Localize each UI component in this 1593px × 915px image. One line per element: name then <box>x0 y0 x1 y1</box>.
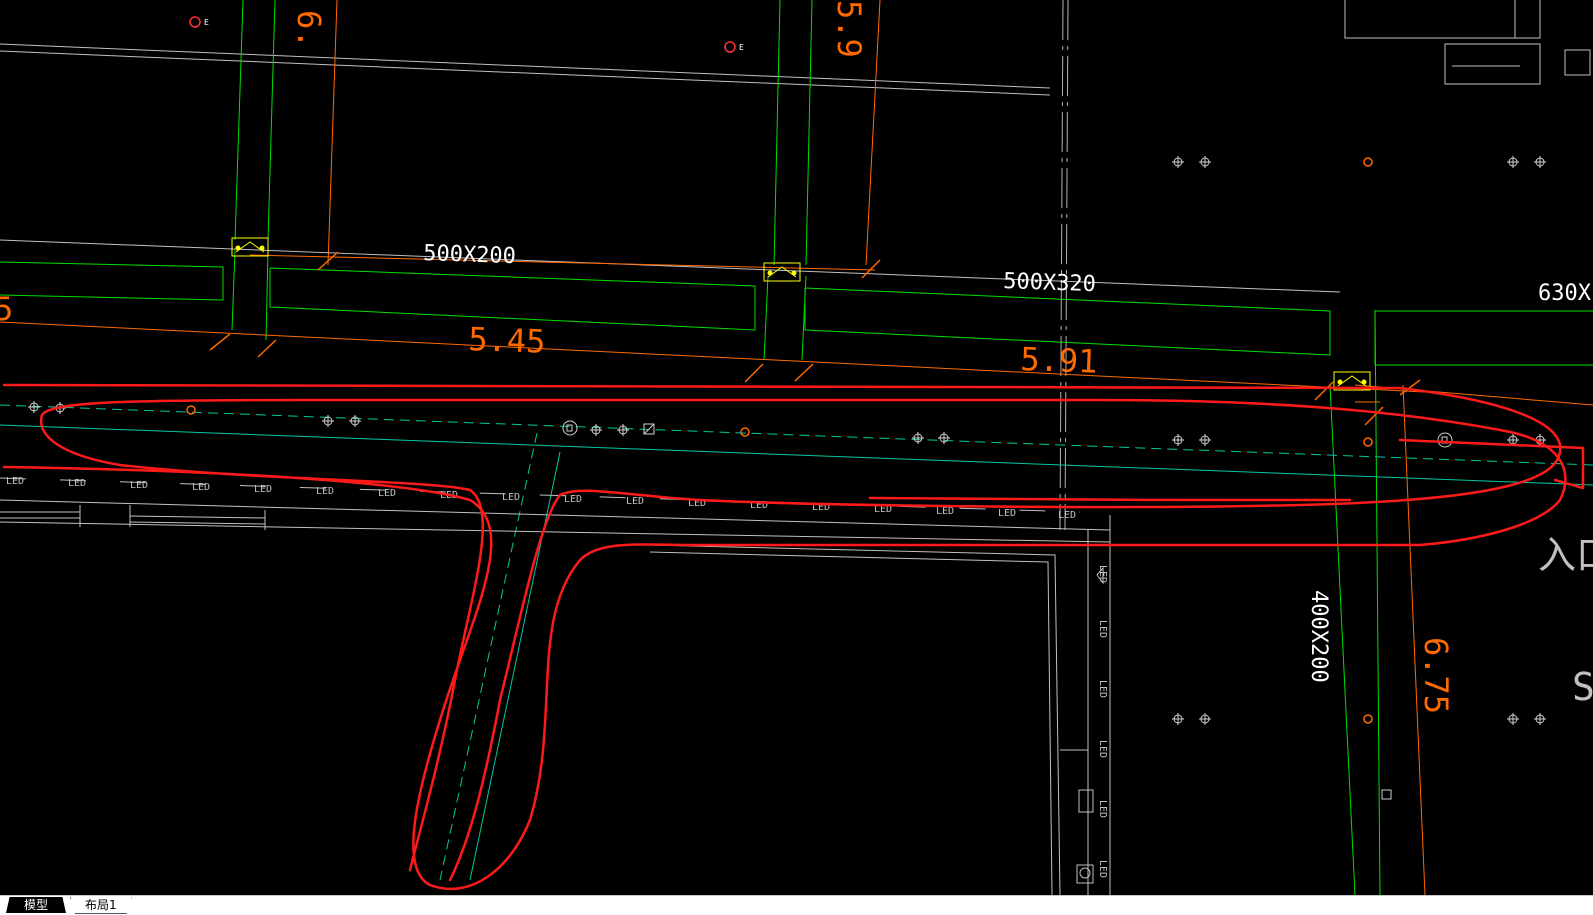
duct-size-label-a: 500X200 <box>423 241 517 269</box>
marker-e-label: E <box>739 43 744 52</box>
marker-e-label: E <box>204 18 209 27</box>
led-label: LED <box>254 484 272 495</box>
orange-dot-icon <box>186 16 1373 724</box>
duct-fitting-icon <box>231 237 1371 391</box>
green-vertical-ducts <box>231 0 1381 896</box>
square-sensor-icon <box>643 423 1392 800</box>
elevation-label-edge: 5 <box>0 290 13 328</box>
led-label: LED <box>1097 740 1108 758</box>
red-markup-annotation <box>2 383 1585 891</box>
elevation-label-top-a: 6. <box>290 10 328 49</box>
duct-size-label-b: 500X320 <box>1003 269 1097 297</box>
wall-symbols <box>1076 566 1104 884</box>
elevation-label-b: 5.91 <box>1020 340 1098 381</box>
orange-vertical-pipes <box>327 0 1426 896</box>
right-s-label: S <box>1572 665 1593 709</box>
duct-size-label-c: 630X <box>1538 281 1592 306</box>
led-label: LED <box>626 496 644 507</box>
cad-model-viewport[interactable]: LED LED LED LED LED LED LED LED LED LED … <box>0 0 1593 896</box>
led-label: LED <box>378 488 396 499</box>
tab-layout1[interactable]: 布局1 <box>70 897 132 914</box>
vertical-led-labels: LED LED LED LED LED LED <box>1097 565 1108 878</box>
layout-tab-bar: 模型 布局1 <box>0 895 1593 915</box>
led-label: LED <box>1097 620 1108 638</box>
gray-duct-edges <box>0 239 1341 293</box>
led-label: LED <box>1097 680 1108 698</box>
led-label: LED <box>998 508 1016 519</box>
entrance-label: 入口 <box>1538 533 1593 577</box>
tab-model[interactable]: 模型 <box>6 897 67 913</box>
led-label: LED <box>564 494 582 505</box>
equipment-outlines <box>1344 0 1591 85</box>
led-label: LED <box>130 480 148 491</box>
grid-line-vertical <box>1059 0 1069 531</box>
elevation-label-a: 5.45 <box>468 320 546 361</box>
cyan-lines <box>0 404 1593 881</box>
duct-size-label-d: 400X200 <box>1306 590 1331 683</box>
duct-size-labels: 500X200 500X320 630X 400X200 <box>423 241 1592 683</box>
right-edge-text: 入口 S <box>1538 533 1593 709</box>
elevation-label-c: 6.75 <box>1417 637 1455 714</box>
lower-wall-lines <box>0 499 1111 896</box>
green-horizontal-ducts <box>0 261 1593 366</box>
led-label: LED <box>936 506 954 517</box>
led-label: LED <box>316 486 334 497</box>
led-label: LED <box>192 482 210 493</box>
led-label: LED <box>1097 860 1108 878</box>
elevation-labels: 5.45 5.91 6.75 6. 5.9 5 <box>0 0 1455 714</box>
led-label: LED <box>1097 800 1108 818</box>
led-label: LED <box>502 492 520 503</box>
led-label: LED <box>1058 510 1076 521</box>
led-label: LED <box>68 478 86 489</box>
marker-e-labels: E E <box>204 18 744 52</box>
led-label: LED <box>6 476 24 487</box>
orange-horizontal-pipe <box>0 254 1593 406</box>
cad-drawing[interactable]: LED LED LED LED LED LED LED LED LED LED … <box>0 0 1593 896</box>
elevation-label-top-b: 5.9 <box>830 0 868 58</box>
top-wall-lines <box>0 43 1051 96</box>
